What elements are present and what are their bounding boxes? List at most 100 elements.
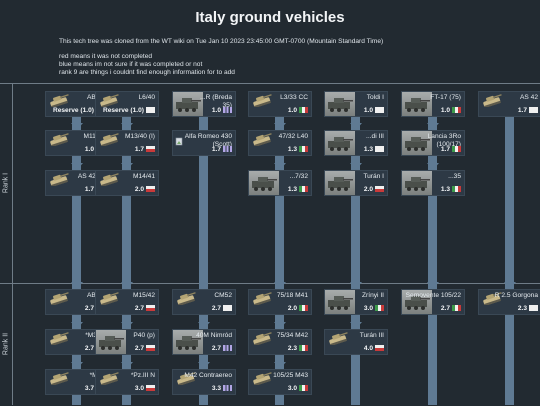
vehicle-card[interactable]: L6/40 Reserve (1.0) <box>95 91 159 117</box>
tank-icon <box>48 93 72 109</box>
vehicle-card[interactable]: Toldi I 1.0 <box>324 91 388 117</box>
research-line <box>505 315 514 405</box>
vehicle-card[interactable]: 75/18 M41 2.0 <box>248 289 312 315</box>
vehicle-name: Toldi I <box>366 94 384 101</box>
nation-flag-icon <box>375 345 384 351</box>
battle-rating: 1.7 <box>84 186 94 193</box>
vehicle-card[interactable]: ...di III 1.3 <box>324 130 388 156</box>
battle-rating: 3.0 <box>287 385 297 392</box>
vehicle-name: M42 Contraereo <box>184 372 232 379</box>
research-line <box>428 196 437 289</box>
tank-icon <box>251 291 275 307</box>
tech-tree: Rank I Rank II AB 41Reserve (1.0)L6/40Re… <box>0 83 540 405</box>
vehicle-card[interactable]: P40 (p) 2.7 <box>95 329 159 355</box>
arrow-down-icon <box>70 163 83 170</box>
arrow-down-icon <box>70 123 83 130</box>
vehicle-card[interactable]: ...R (Breda 35) 1.0 <box>172 91 236 117</box>
vehicle-card[interactable]: CM52 2.7 <box>172 289 236 315</box>
battle-rating: 2.0 <box>363 186 373 193</box>
vehicle-name: Turán I <box>363 173 384 180</box>
battle-rating: Reserve (1.0) <box>52 107 94 114</box>
nation-flag-icon <box>299 345 308 351</box>
tank-icon <box>175 291 199 307</box>
spaa-type-icon <box>223 146 232 152</box>
nation-flag-icon <box>299 107 308 113</box>
nation-flag-icon <box>375 186 384 192</box>
vehicle-name: 105/25 M43 <box>273 372 308 379</box>
tank-icon <box>251 132 275 148</box>
vehicle-name: M14/41 <box>133 173 155 180</box>
tank-icon <box>48 132 72 148</box>
vehicle-card[interactable]: Alfa Romeo 430 (Scott) 1.7 <box>172 130 236 156</box>
arrow-down-icon <box>273 362 286 369</box>
vehicle-name: M15/42 <box>133 292 155 299</box>
battle-rating: 1.7 <box>211 146 221 153</box>
arrow-down-icon <box>70 282 83 289</box>
battle-rating: 1.7 <box>440 146 450 153</box>
arrow-down-icon <box>426 163 439 170</box>
vehicle-card[interactable]: Semovente 105/22 2.7 <box>401 289 465 315</box>
spaa-type-icon <box>223 345 232 351</box>
vehicle-photo-icon <box>96 330 126 354</box>
tank-icon <box>48 172 72 188</box>
tank-icon <box>98 291 122 307</box>
tank-icon <box>98 93 122 109</box>
vehicle-card[interactable]: Turán I 2.0 <box>324 170 388 196</box>
vehicle-card[interactable]: M42 Contraereo 3.3 <box>172 369 236 395</box>
battle-rating: 2.7 <box>84 305 94 312</box>
vehicle-card[interactable]: R 2.5 Gorgona 2.3 <box>478 289 540 315</box>
arrow-down-icon <box>70 322 83 329</box>
vehicle-card[interactable]: 75/34 M42 2.3 <box>248 329 312 355</box>
battle-rating: 1.0 <box>287 107 297 114</box>
vehicle-card[interactable]: 47/32 L40 1.3 <box>248 130 312 156</box>
vehicle-card[interactable]: ...35 1.3 <box>401 170 465 196</box>
vehicle-name: Turán III <box>359 332 384 339</box>
vehicle-card[interactable]: M13/40 (I) 1.7 <box>95 130 159 156</box>
battle-rating: 1.3 <box>440 186 450 193</box>
vehicle-card[interactable]: Turán III 4.0 <box>324 329 388 355</box>
vehicle-card[interactable]: L3/33 CC 1.0 <box>248 91 312 117</box>
arrow-down-icon <box>426 123 439 130</box>
tank-icon <box>327 331 351 347</box>
nation-flag-icon <box>299 305 308 311</box>
battle-rating: 3.0 <box>134 385 144 392</box>
arrow-down-icon <box>120 163 133 170</box>
vehicle-name: ...7/32 <box>289 173 308 180</box>
research-line <box>122 395 131 405</box>
vehicle-card[interactable]: M15/42 2.7 <box>95 289 159 315</box>
vehicle-card[interactable]: Zrínyi II 3.0 <box>324 289 388 315</box>
arrow-down-icon <box>426 282 439 289</box>
arrow-down-icon <box>273 282 286 289</box>
rank-label-2: Rank II <box>0 283 13 405</box>
nation-flag-icon <box>529 305 538 311</box>
vehicle-card[interactable]: AS 42 1.7 <box>478 91 540 117</box>
notes-block: This tech tree was cloned from the WT wi… <box>59 38 383 77</box>
research-line <box>505 117 514 289</box>
note-line: blue means im not sure if it was complet… <box>59 61 203 69</box>
battle-rating: 2.0 <box>134 186 144 193</box>
arrow-down-icon <box>349 282 362 289</box>
research-line <box>275 395 284 405</box>
vehicle-card[interactable]: 105/25 M43 3.0 <box>248 369 312 395</box>
vehicle-photo-icon <box>249 171 279 195</box>
vehicle-photo-icon <box>325 131 355 155</box>
vehicle-card[interactable]: *Pz.III N 3.0 <box>95 369 159 395</box>
vehicle-card[interactable]: Lancia 3Ro (100/17) 1.7 <box>401 130 465 156</box>
vehicle-name: *Pz.III N <box>130 372 155 379</box>
arrow-down-icon <box>197 362 210 369</box>
tank-icon <box>98 172 122 188</box>
battle-rating: 3.0 <box>363 305 373 312</box>
vehicle-card[interactable]: FT-17 (75) 1.0 <box>401 91 465 117</box>
battle-rating: 1.3 <box>287 146 297 153</box>
vehicle-name: L6/40 <box>138 94 155 101</box>
vehicle-card[interactable]: ...7/32 1.3 <box>248 170 312 196</box>
vehicle-card[interactable]: 40M Nimród 2.7 <box>172 329 236 355</box>
tank-icon <box>48 291 72 307</box>
battle-rating: 2.7 <box>134 305 144 312</box>
note-line: rank 9 are things i couldnt find enough … <box>59 68 235 76</box>
vehicle-name: P40 (p) <box>133 332 155 339</box>
tank-icon <box>251 93 275 109</box>
vehicle-card[interactable]: M14/41 2.0 <box>95 170 159 196</box>
battle-rating: 1.7 <box>517 107 527 114</box>
tank-icon <box>481 93 505 109</box>
